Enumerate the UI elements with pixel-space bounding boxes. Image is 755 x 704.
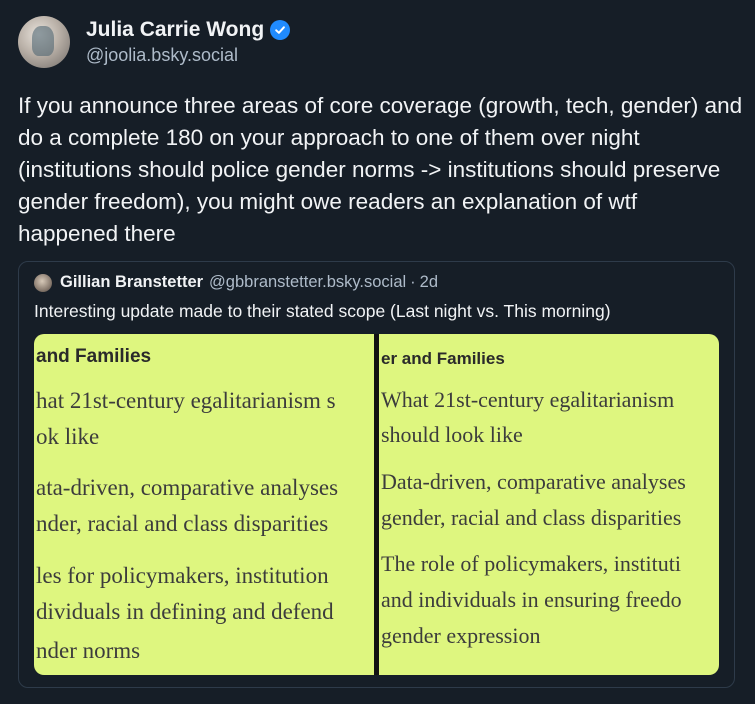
quote-timestamp: 2d: [419, 273, 439, 291]
quote-author-handle: @gbbranstetter.bsky.social: [209, 273, 407, 291]
panel-line: ata-driven, comparative analyses: [36, 475, 339, 500]
quote-header: Gillian Branstetter @gbbranstetter.bsky.…: [34, 273, 438, 292]
author-avatar[interactable]: [18, 16, 70, 68]
author-display-name[interactable]: Julia Carrie Wong: [86, 18, 264, 42]
image-panel-this-morning: er and Families What 21st-century egalit…: [379, 334, 719, 675]
panel-line: les for policymakers, institution: [36, 563, 329, 588]
panel-heading: and Families: [36, 346, 152, 367]
panel-line: What 21st-century egalitarianism: [381, 387, 675, 412]
panel-heading: er and Families: [381, 349, 505, 368]
quote-post-card[interactable]: Gillian Branstetter @gbbranstetter.bsky.…: [18, 261, 735, 688]
quote-author-avatar: [34, 273, 52, 292]
panel-line: ok like: [36, 424, 100, 449]
post-text: If you announce three areas of core cove…: [18, 93, 743, 246]
quote-separator: ·: [410, 273, 416, 291]
author-names: Julia Carrie Wong @joolia.bsky.social: [86, 18, 291, 66]
quote-image[interactable]: and Families hat 21st-century egalitaria…: [34, 334, 719, 675]
image-panel-last-night: and Families hat 21st-century egalitaria…: [34, 334, 374, 675]
quote-author-name: Gillian Branstetter: [60, 273, 204, 291]
author-handle[interactable]: @joolia.bsky.social: [86, 45, 290, 66]
panel-line: should look like: [381, 422, 523, 447]
quote-text: Interesting update made to their stated …: [34, 301, 611, 321]
panel-line: Data-driven, comparative analyses: [381, 469, 686, 494]
panel-line: and individuals in ensuring freedo: [381, 587, 682, 612]
panel-line: hat 21st-century egalitarianism s: [36, 388, 336, 413]
panel-line: The role of policymakers, instituti: [381, 551, 681, 576]
post-header: Julia Carrie Wong @joolia.bsky.social: [18, 16, 291, 68]
panel-line: gender, racial and class disparities: [381, 505, 682, 530]
display-name-row: Julia Carrie Wong: [86, 18, 291, 42]
panel-line: nder norms: [36, 638, 141, 663]
panel-line: gender expression: [381, 623, 541, 648]
panel-line: dividuals in defining and defend: [36, 599, 334, 624]
verified-check-icon[interactable]: [270, 20, 291, 40]
panel-line: nder, racial and class disparities: [36, 511, 329, 536]
